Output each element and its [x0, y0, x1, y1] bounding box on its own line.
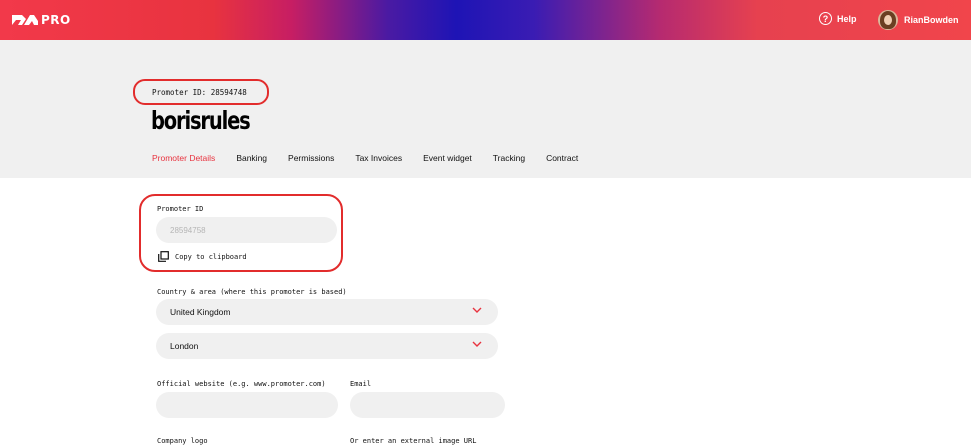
- avatar: [878, 10, 898, 30]
- user-menu[interactable]: RianBowden: [878, 10, 959, 30]
- tab-event-widget[interactable]: Event widget: [423, 153, 472, 163]
- email-input[interactable]: [350, 392, 505, 418]
- promoter-id-label: Promoter ID: [157, 205, 204, 213]
- help-link[interactable]: ? Help: [819, 12, 857, 25]
- country-select[interactable]: United Kingdom: [156, 299, 498, 325]
- highlight-annotation: [133, 79, 269, 105]
- ra-logo-icon: [12, 15, 38, 25]
- promoter-id-value: 28594758: [170, 225, 206, 235]
- logo-text: PRO: [41, 13, 71, 27]
- country-value: United Kingdom: [170, 307, 231, 317]
- tab-contract[interactable]: Contract: [546, 153, 578, 163]
- tab-promoter-details[interactable]: Promoter Details: [152, 153, 215, 163]
- tab-permissions[interactable]: Permissions: [288, 153, 334, 163]
- city-select[interactable]: London: [156, 333, 498, 359]
- top-nav-bar: PRO ? Help RianBowden: [0, 0, 971, 40]
- chevron-down-icon: [472, 341, 482, 347]
- user-name: RianBowden: [904, 15, 959, 25]
- website-label: Official website (e.g. www.promoter.com): [157, 380, 326, 388]
- ra-pro-logo[interactable]: PRO: [12, 13, 71, 27]
- copy-to-clipboard-button[interactable]: Copy to clipboard: [158, 251, 247, 262]
- city-value: London: [170, 341, 199, 351]
- copy-label: Copy to clipboard: [175, 252, 247, 261]
- question-circle-icon: ?: [819, 12, 832, 25]
- tab-banking[interactable]: Banking: [236, 153, 267, 163]
- website-input[interactable]: [156, 392, 338, 418]
- country-label: Country & area (where this promoter is b…: [157, 288, 347, 296]
- tab-bar: Promoter Details Banking Permissions Tax…: [152, 153, 599, 163]
- company-logo-label: Company logo: [157, 437, 208, 445]
- copy-icon: [158, 251, 169, 262]
- help-label: Help: [837, 13, 857, 24]
- external-image-url-label: Or enter an external image URL: [350, 437, 477, 445]
- page-title: borisrules: [151, 106, 251, 135]
- email-label: Email: [350, 380, 372, 388]
- chevron-down-icon: [472, 307, 482, 313]
- promoter-id-field: 28594758: [156, 217, 337, 243]
- tab-tax-invoices[interactable]: Tax Invoices: [355, 153, 402, 163]
- tab-tracking[interactable]: Tracking: [493, 153, 525, 163]
